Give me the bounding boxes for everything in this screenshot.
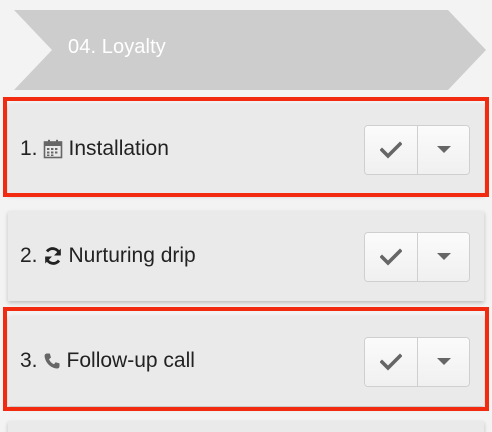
task-label: 2. Nurturing drip xyxy=(20,211,196,301)
task-menu-dropdown-button[interactable] xyxy=(417,338,469,386)
checkmark-icon xyxy=(380,141,402,159)
task-card-nurturing-drip[interactable]: 2. Nurturing drip xyxy=(8,211,484,301)
checkmark-icon xyxy=(380,353,402,371)
task-number: 1. xyxy=(20,137,38,160)
caret-down-icon xyxy=(436,358,451,365)
caret-down-icon xyxy=(436,253,451,260)
task-menu-dropdown-button[interactable] xyxy=(417,233,469,281)
task-title: Nurturing drip xyxy=(68,244,196,267)
loyalty-stage-panel: 04. Loyalty 1. Installation 2. Nurturing… xyxy=(0,0,492,432)
task-menu-dropdown-button[interactable] xyxy=(417,126,469,174)
phone-icon xyxy=(43,352,61,370)
complete-task-button[interactable] xyxy=(365,126,417,174)
task-label: 3. Follow-up call xyxy=(20,316,195,406)
task-actions xyxy=(364,337,470,387)
task-number: 3. xyxy=(20,349,38,372)
task-label: 1. Installation xyxy=(20,104,169,194)
task-card-installation[interactable]: 1. Installation xyxy=(8,104,484,194)
caret-down-icon xyxy=(436,146,451,153)
complete-task-button[interactable] xyxy=(365,338,417,386)
task-card-partial xyxy=(8,421,484,432)
task-title: Installation xyxy=(68,137,169,160)
stage-chevron-header[interactable]: 04. Loyalty xyxy=(14,10,486,90)
task-actions xyxy=(364,232,470,282)
calendar-icon xyxy=(43,139,63,159)
complete-task-button[interactable] xyxy=(365,233,417,281)
checkmark-icon xyxy=(380,248,402,266)
refresh-icon xyxy=(43,246,63,266)
stage-title: 04. Loyalty xyxy=(68,36,166,58)
task-actions xyxy=(364,125,470,175)
task-number: 2. xyxy=(20,244,38,267)
task-card-follow-up-call[interactable]: 3. Follow-up call xyxy=(8,316,484,406)
task-title: Follow-up call xyxy=(66,349,195,372)
